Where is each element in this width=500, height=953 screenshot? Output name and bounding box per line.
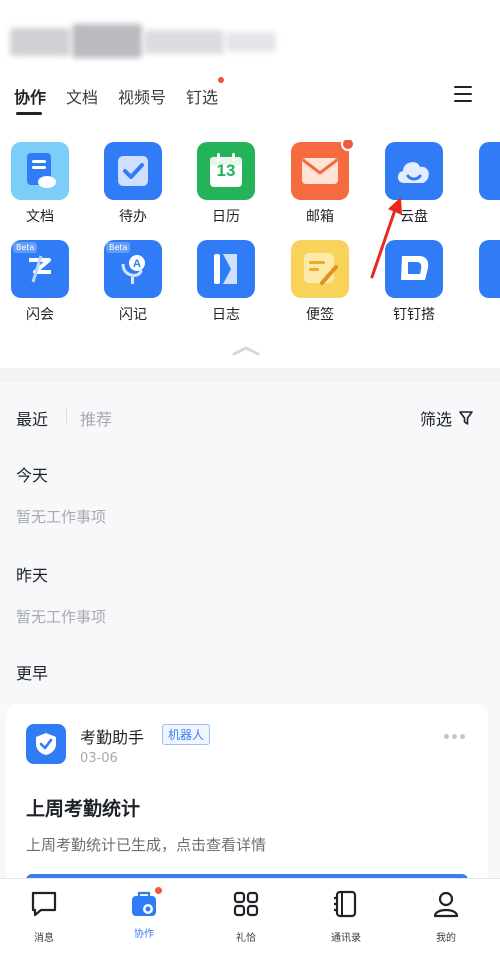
tab-docs[interactable]: 文档 — [66, 84, 98, 108]
app-dingda[interactable]: 钉钉搭 — [374, 240, 454, 324]
profile-icon — [433, 891, 459, 918]
bottom-navigation: 消息 协作 礼恰 通讯录 我的 — [0, 878, 500, 953]
app-label: 闪会 — [26, 307, 54, 323]
tab-recent[interactable]: 最近 — [16, 406, 48, 430]
blurred-header-title — [10, 18, 280, 66]
app-partial[interactable] — [468, 240, 500, 298]
group-yesterday: 昨天 — [16, 566, 49, 585]
app-icon — [479, 240, 500, 298]
nav-label: 礼恰 — [236, 933, 256, 944]
attendance-card[interactable]: 考勤助手 机器人 03-06 上周考勤统计 上周考勤统计已生成，点击查看详情 — [6, 704, 488, 884]
calendar-day: 13 — [216, 161, 236, 180]
dingda-icon — [385, 240, 443, 298]
app-label: 便签 — [306, 307, 334, 323]
sender-name: 考勤助手 — [80, 728, 145, 747]
app-sticky-note[interactable]: 便签 — [280, 240, 360, 324]
flash-note-icon: Beta A — [104, 240, 162, 298]
app-grid: 文档 待办 13 日历 邮箱 云盘 Beta 闪会 Beta A 闪记 日志 便… — [0, 140, 500, 340]
tab-pinned-label: 钉选 — [186, 88, 219, 107]
collapse-chevron-icon[interactable] — [232, 346, 260, 356]
tab-video[interactable]: 视频号 — [118, 84, 166, 108]
nav-label: 协作 — [134, 929, 154, 940]
tab-pinned[interactable]: 钉选 — [186, 77, 225, 108]
nav-contacts[interactable]: 通讯录 — [316, 889, 376, 944]
calendar-icon: 13 — [197, 142, 255, 200]
grid-icon — [233, 891, 259, 917]
notification-dot — [218, 77, 225, 83]
filter-icon — [459, 411, 473, 425]
nav-messages[interactable]: 消息 — [14, 889, 74, 944]
card-date: 03-06 — [80, 751, 118, 766]
shield-check-icon — [36, 733, 56, 755]
nav-label: 通讯录 — [331, 933, 361, 944]
group-earlier: 更早 — [16, 664, 49, 683]
log-icon — [197, 240, 255, 298]
app-label: 钉钉搭 — [393, 307, 435, 323]
tab-divider — [66, 407, 67, 423]
nav-label: 消息 — [34, 933, 54, 944]
app-label: 日志 — [212, 307, 240, 323]
beta-badge: Beta — [13, 242, 38, 253]
section-divider — [0, 368, 500, 382]
nav-profile[interactable]: 我的 — [416, 889, 476, 944]
app-log[interactable]: 日志 — [186, 240, 266, 324]
nav-label: 我的 — [436, 933, 456, 944]
svg-text:A: A — [133, 258, 141, 270]
tab-recommend[interactable]: 推荐 — [80, 406, 112, 430]
collaboration-icon — [129, 886, 163, 919]
card-title: 上周考勤统计 — [26, 798, 141, 820]
app-todo[interactable]: 待办 — [93, 142, 173, 226]
notification-dot — [341, 140, 355, 151]
empty-state-yesterday: 暂无工作事项 — [16, 608, 107, 626]
app-label: 待办 — [119, 209, 147, 225]
nav-apps[interactable]: 礼恰 — [216, 889, 276, 944]
empty-state-today: 暂无工作事项 — [16, 508, 107, 526]
app-label: 日历 — [212, 209, 240, 225]
notification-dot — [154, 886, 163, 895]
doc-icon — [11, 142, 69, 200]
menu-icon[interactable] — [454, 86, 472, 102]
app-mail[interactable]: 邮箱 — [280, 140, 360, 226]
cloud-icon — [385, 142, 443, 200]
app-label: 云盘 — [400, 209, 428, 225]
flash-meeting-icon: Beta — [11, 240, 69, 298]
message-icon — [31, 891, 57, 917]
robot-badge: 机器人 — [162, 724, 211, 745]
app-flash-meeting[interactable]: Beta 闪会 — [0, 240, 80, 324]
card-description: 上周考勤统计已生成，点击查看详情 — [26, 836, 267, 854]
app-docs[interactable]: 文档 — [0, 142, 80, 226]
filter-label: 筛选 — [419, 410, 452, 429]
tab-collaboration[interactable]: 协作 — [14, 84, 46, 115]
nav-collaboration[interactable]: 协作 — [114, 886, 174, 940]
todo-icon — [104, 142, 162, 200]
more-options-icon[interactable] — [444, 734, 466, 740]
attendance-assistant-avatar — [26, 724, 66, 764]
app-label: 文档 — [26, 209, 54, 225]
contacts-icon — [334, 890, 357, 918]
app-label: 邮箱 — [306, 209, 334, 225]
app-cloud-drive[interactable]: 云盘 — [374, 142, 454, 226]
app-calendar[interactable]: 13 日历 — [186, 142, 266, 226]
app-partial[interactable] — [468, 142, 500, 200]
sticky-note-icon — [291, 240, 349, 298]
beta-badge: Beta — [106, 242, 131, 253]
top-tabs: 协作 文档 视频号 钉选 — [14, 77, 238, 115]
app-icon — [479, 142, 500, 200]
group-today: 今天 — [16, 466, 49, 485]
filter-button[interactable]: 筛选 — [420, 406, 474, 430]
mail-icon — [291, 140, 355, 200]
app-label: 闪记 — [119, 307, 147, 323]
app-flash-note[interactable]: Beta A 闪记 — [93, 240, 173, 324]
